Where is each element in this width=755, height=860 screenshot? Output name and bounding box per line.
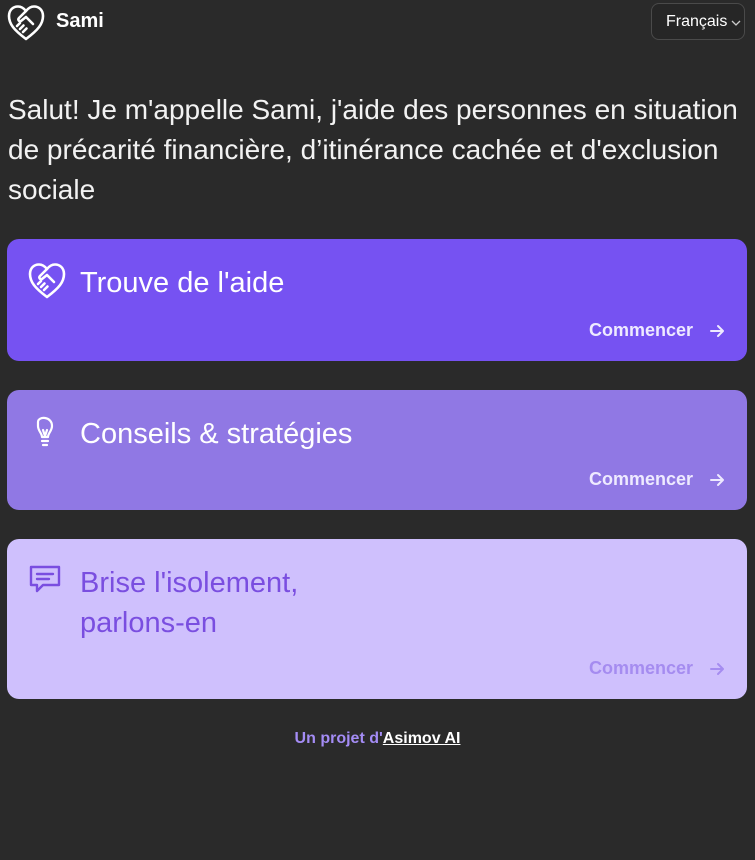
start-button-label: Commencer	[588, 320, 693, 340]
arrow-right-icon	[710, 473, 724, 486]
arrow-right-icon	[710, 662, 724, 675]
language-select[interactable]: Français	[651, 3, 745, 40]
card-title: Brise l'isolement, parlons-en	[80, 563, 298, 643]
footer: Un projet d'Asimov AI	[0, 730, 755, 748]
arrow-right-icon	[710, 324, 724, 337]
card-title: Conseils & stratégies	[80, 418, 353, 450]
handshake-heart-icon	[27, 261, 67, 301]
start-button[interactable]: Commencer	[589, 320, 725, 341]
top-bar: Sami Français	[0, 0, 755, 46]
start-button-label: Commencer	[588, 469, 693, 489]
card-tips-strategies[interactable]: Conseils & stratégies Commencer	[7, 390, 747, 510]
app-name[interactable]: Sami	[56, 10, 104, 33]
chat-icon	[27, 561, 67, 601]
card-title: Trouve de l'aide	[80, 267, 285, 299]
handshake-heart-icon[interactable]	[6, 4, 46, 42]
start-button[interactable]: Commencer	[589, 469, 725, 490]
intro-text: Salut! Je m'appelle Sami, j'aide des per…	[8, 94, 738, 205]
footer-prefix: Un projet d'	[294, 730, 383, 747]
chevron-down-icon	[731, 20, 741, 26]
language-select-value: Français	[666, 13, 728, 30]
asimov-ai-link[interactable]: Asimov AI	[383, 730, 461, 747]
card-find-help[interactable]: Trouve de l'aide Commencer	[7, 239, 747, 361]
lightbulb-icon	[27, 412, 67, 452]
start-button-label: Commencer	[588, 658, 693, 678]
card-title-line-2: parlons-en	[80, 607, 218, 639]
card-title-line-1: Brise l'isolement,	[80, 567, 299, 599]
card-break-isolation[interactable]: Brise l'isolement, parlons-en Commencer	[7, 539, 747, 699]
start-button[interactable]: Commencer	[589, 658, 725, 679]
